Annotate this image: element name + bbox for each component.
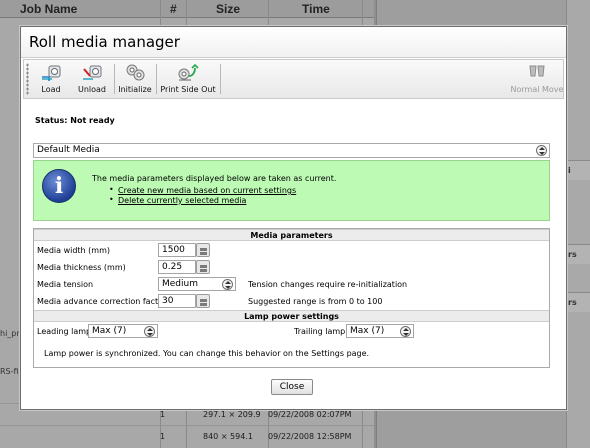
print-side-out-label: Print Side Out [160,85,216,94]
info-icon: i [42,169,76,203]
column-count[interactable]: # [170,0,177,18]
normal-move-icon [529,65,545,77]
select-arrows-icon[interactable] [536,145,547,156]
row-time: 09/22/2008 02:07PM [268,410,352,419]
leading-lamp-value: Max (7) [92,326,127,336]
initialize-button[interactable]: Initialize [116,60,154,98]
row-size: 840 × 594.1 [203,432,253,441]
media-advance-input[interactable]: 30 [158,294,196,308]
column-job-name[interactable]: Job Name [20,0,77,18]
roll-media-manager-dialog: Roll media manager Load Unload Initializ… [20,26,567,410]
media-width-calculator-icon[interactable] [196,243,210,257]
dialog-title: Roll media manager [29,33,180,51]
tension-note: Tension changes require re-initializatio… [248,280,408,289]
trailing-lamp-value: Max (7) [350,326,385,336]
media-select-value: Default Media [37,145,100,155]
advance-note: Suggested range is from 0 to 100 [248,297,383,306]
right-panel-label: rs [566,292,590,312]
normal-move-button[interactable]: Normal Move [510,60,564,98]
load-label: Load [41,85,61,94]
media-parameters-heading: Media parameters [34,229,549,241]
row-size: 297.1 × 209.9 [203,410,261,419]
row-count: 1 [160,432,166,441]
media-tension-select[interactable]: Medium [158,277,236,291]
unload-button[interactable]: Unload [72,60,112,98]
print-side-out-button[interactable]: Print Side Out [158,60,218,98]
row-time: 09/22/2008 12:58PM [268,432,352,441]
media-tension-label: Media tension [37,280,94,289]
print-side-out-icon [178,63,199,81]
job-table-header: Job Name # Size Time [0,0,374,18]
row-count: 1 [160,410,166,419]
lamp-power-note: Lamp power is synchronized. You can chan… [44,349,370,358]
select-arrows-icon[interactable] [222,279,233,290]
media-advance-label: Media advance correction factor [37,297,167,306]
right-panel-strip [566,0,590,448]
media-tension-value: Medium [162,279,198,289]
trailing-lamp-label: Trailing lamp [294,327,346,336]
info-panel: i The media parameters displayed below a… [33,160,550,221]
trailing-lamp-select[interactable]: Max (7) [346,324,414,338]
media-thickness-input[interactable]: 0.25 [158,260,196,274]
column-size[interactable]: Size [216,0,240,18]
leading-lamp-select[interactable]: Max (7) [88,324,158,338]
column-time[interactable]: Time [302,0,330,18]
toolbar-grip[interactable] [26,63,29,95]
unload-label: Unload [77,85,107,94]
media-parameters-panel: Media parameters Media width (mm) 1500 M… [33,228,550,368]
lamp-power-heading: Lamp power settings [34,310,549,322]
select-arrows-icon[interactable] [144,326,155,337]
media-thickness-calculator-icon[interactable] [196,260,210,274]
initialize-label: Initialize [118,85,152,94]
media-width-label: Media width (mm) [37,246,110,255]
media-select[interactable]: Default Media [33,143,550,158]
right-panel-label: i [566,160,590,180]
toolbar: Load Unload Initialize Print Side Out No… [23,59,564,99]
delete-media-link[interactable]: Delete currently selected media [109,195,246,205]
media-width-input[interactable]: 1500 [158,243,196,257]
normal-move-label: Normal Move [510,85,564,94]
status-text: Status: Not ready [35,116,115,125]
table-row[interactable]: 1 840 × 594.1 09/22/2008 12:58PM [0,425,374,447]
load-icon [42,65,61,81]
select-arrows-icon[interactable] [400,326,411,337]
info-text: The media parameters displayed below are… [92,174,337,183]
load-button[interactable]: Load [32,60,70,98]
media-advance-calculator-icon[interactable] [196,294,210,308]
right-panel-label: rs [566,244,590,264]
leading-lamp-label: Leading lamp [37,327,92,336]
unload-icon [83,65,102,80]
job-name-fragment: hi_pr [0,329,20,338]
initialize-icon [126,64,145,81]
dialog-title-bar[interactable]: Roll media manager [21,27,566,58]
media-thickness-label: Media thickness (mm) [37,263,126,272]
close-button[interactable]: Close [271,379,313,395]
create-media-link[interactable]: Create new media based on current settin… [109,185,296,195]
